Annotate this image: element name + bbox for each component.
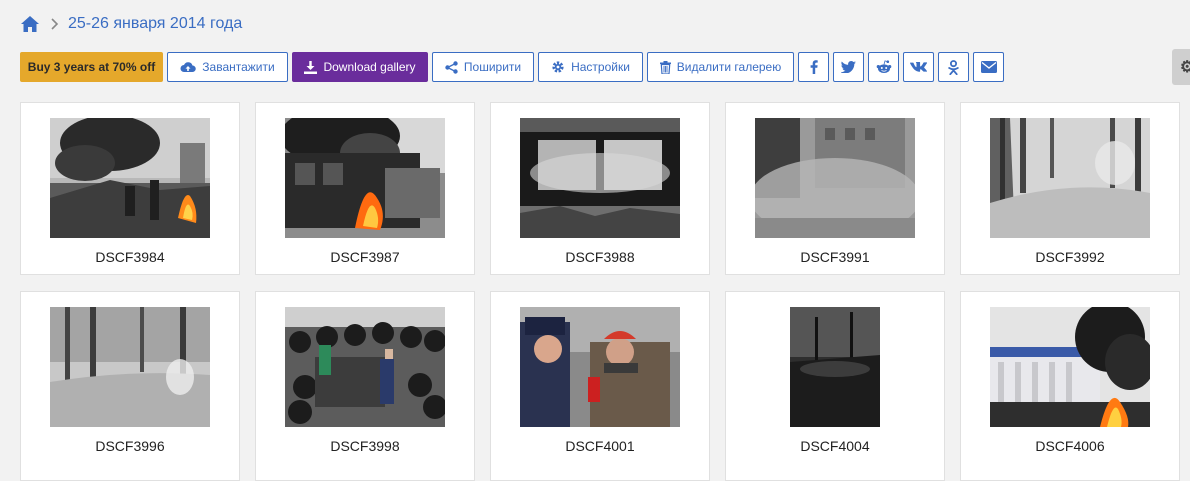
photo-thumbnail[interactable] <box>990 118 1150 238</box>
gear-icon <box>552 61 564 73</box>
vk-share-button[interactable] <box>903 52 934 82</box>
photo-thumbnail[interactable] <box>50 307 210 427</box>
chevron-right-icon <box>51 18 59 30</box>
photo-caption: DSCF3996 <box>95 438 165 454</box>
photo-caption: DSCF3987 <box>330 249 400 265</box>
upload-label: Завантажити <box>202 60 275 74</box>
photo-thumbnail[interactable] <box>520 307 680 427</box>
photo-card[interactable]: DSCF4001 <box>490 291 710 481</box>
twitter-share-button[interactable] <box>833 52 864 82</box>
reddit-share-button[interactable] <box>868 52 899 82</box>
facebook-share-button[interactable] <box>798 52 829 82</box>
twitter-icon <box>841 61 856 73</box>
promo-button[interactable]: Buy 3 years at 70% off <box>20 52 163 82</box>
photo-card[interactable]: DSCF3996 <box>20 291 240 481</box>
photo-card[interactable]: DSCF3987 <box>255 102 475 275</box>
photo-caption: DSCF4001 <box>565 438 635 454</box>
photo-caption: DSCF3991 <box>800 249 870 265</box>
page-title: 25-26 января 2014 года <box>68 15 243 32</box>
photo-card[interactable]: DSCF4004 <box>725 291 945 481</box>
odnoklassniki-share-button[interactable] <box>938 52 969 82</box>
photo-thumbnail[interactable] <box>755 118 915 238</box>
photo-caption: DSCF4004 <box>800 438 870 454</box>
share-label: Поширити <box>463 60 522 74</box>
email-share-button[interactable] <box>973 52 1004 82</box>
photo-thumbnail[interactable] <box>790 307 880 427</box>
gallery-toolbar: Buy 3 years at 70% off Завантажити Downl… <box>20 52 1008 82</box>
delete-label: Видалити галерею <box>676 60 782 74</box>
odnoklassniki-icon <box>948 59 959 75</box>
photo-thumbnail[interactable] <box>285 307 445 427</box>
download-label: Download gallery <box>323 60 416 74</box>
photo-caption: DSCF3984 <box>95 249 165 265</box>
cloud-upload-icon <box>180 62 197 72</box>
photo-thumbnail[interactable] <box>520 118 680 238</box>
photo-thumbnail[interactable] <box>990 307 1150 427</box>
share-icon <box>445 60 458 74</box>
promo-label: Buy 3 years at 70% off <box>27 60 156 74</box>
photo-caption: DSCF3998 <box>330 438 400 454</box>
photo-caption: DSCF3992 <box>1035 249 1105 265</box>
trash-icon <box>659 60 671 74</box>
photo-card[interactable]: DSCF3998 <box>255 291 475 481</box>
side-panel-tab[interactable]: ⚙ <box>1172 49 1190 85</box>
photo-caption: DSCF3988 <box>565 249 635 265</box>
settings-label: Настройки <box>571 60 630 74</box>
delete-gallery-button[interactable]: Видалити галерею <box>647 52 794 82</box>
breadcrumb: 25-26 января 2014 года <box>20 12 242 36</box>
settings-button[interactable]: Настройки <box>538 52 643 82</box>
photo-card[interactable]: DSCF3992 <box>960 102 1180 275</box>
download-gallery-button[interactable]: Download gallery <box>292 52 428 82</box>
download-icon <box>304 60 318 74</box>
photo-thumbnail[interactable] <box>285 118 445 238</box>
vk-icon <box>910 62 927 72</box>
share-button[interactable]: Поширити <box>432 52 534 82</box>
photo-card[interactable]: DSCF3991 <box>725 102 945 275</box>
photo-caption: DSCF4006 <box>1035 438 1105 454</box>
photo-thumbnail[interactable] <box>50 118 210 238</box>
email-icon <box>980 61 997 73</box>
facebook-icon <box>810 60 818 74</box>
settings-tab-icon: ⚙ <box>1180 59 1190 76</box>
home-icon[interactable] <box>20 14 40 34</box>
photo-card[interactable]: DSCF4006 <box>960 291 1180 481</box>
reddit-icon <box>876 60 891 73</box>
upload-button[interactable]: Завантажити <box>167 52 288 82</box>
photo-card[interactable]: DSCF3984 <box>20 102 240 275</box>
photo-card[interactable]: DSCF3988 <box>490 102 710 275</box>
